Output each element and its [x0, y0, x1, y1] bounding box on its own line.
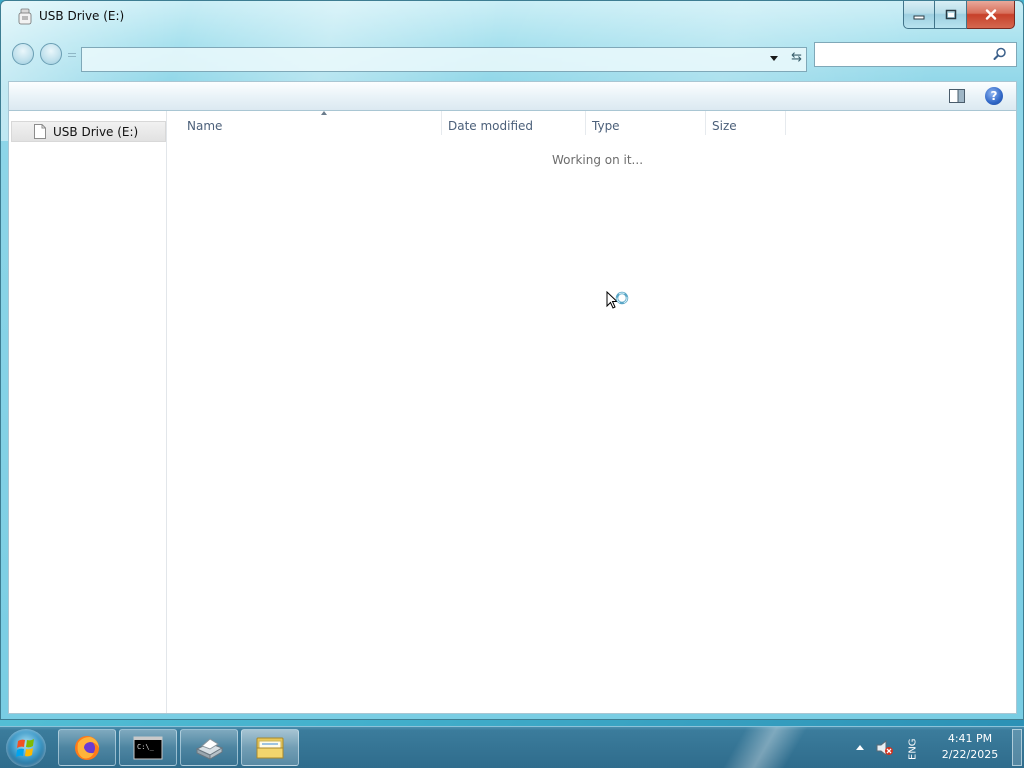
taskbar-scanner[interactable]	[180, 729, 238, 766]
windows-logo-icon	[16, 739, 34, 757]
navigation-pane: USB Drive (E:)	[9, 111, 167, 713]
content-area: USB Drive (E:) Name Date modified Type S…	[8, 111, 1017, 714]
nav-item-usb-drive[interactable]: USB Drive (E:)	[11, 121, 166, 142]
restore-icon	[945, 9, 956, 20]
refresh-icon[interactable]: ⇆	[791, 50, 802, 65]
taskbar: C:\_ ENG 4:41 PM 2/22/2025	[0, 726, 1024, 768]
column-header-type[interactable]: Type	[586, 111, 706, 135]
recent-pages-button[interactable]	[68, 53, 76, 57]
caption-buttons	[903, 1, 1015, 31]
column-label: Date modified	[448, 119, 534, 133]
sort-ascending-icon	[321, 111, 327, 115]
show-desktop-button[interactable]	[1012, 729, 1022, 766]
maximize-button[interactable]	[935, 1, 967, 29]
address-dropdown-icon[interactable]	[770, 56, 778, 61]
explorer-window: USB Drive (E:) ⇆ ? USB Drive (E:) Name D…	[0, 0, 1024, 720]
close-button[interactable]	[967, 1, 1015, 29]
title-bar[interactable]: USB Drive (E:)	[1, 1, 1023, 33]
scanner-icon	[195, 737, 224, 760]
folder-icon	[256, 737, 284, 758]
minimize-icon	[913, 15, 925, 19]
window-title: USB Drive (E:)	[39, 9, 125, 23]
cmd-icon: C:\_	[133, 736, 163, 759]
help-icon[interactable]: ?	[985, 87, 1003, 105]
usb-drive-icon	[18, 8, 32, 25]
column-header-date-modified[interactable]: Date modified	[442, 111, 586, 135]
taskbar-command-prompt[interactable]: C:\_	[119, 729, 177, 766]
drive-icon	[34, 124, 46, 139]
loading-status: Working on it...	[552, 153, 644, 167]
column-header-size[interactable]: Size	[706, 111, 786, 135]
minimize-button[interactable]	[903, 1, 935, 29]
taskbar-firefox[interactable]	[58, 729, 116, 766]
language-indicator[interactable]: ENG	[903, 737, 923, 761]
preview-pane-icon[interactable]	[949, 89, 965, 103]
volume-muted-icon[interactable]	[876, 740, 894, 756]
svg-text:C:\_: C:\_	[137, 743, 155, 751]
back-button[interactable]	[12, 43, 34, 65]
column-label: Type	[592, 119, 620, 133]
address-bar[interactable]: ⇆	[81, 47, 807, 72]
nav-item-label: USB Drive (E:)	[53, 124, 139, 139]
navigation-row: ⇆	[1, 37, 1023, 73]
file-list: Name Date modified Type Size Working on …	[168, 111, 1016, 713]
clock-date: 2/22/2025	[941, 748, 999, 761]
search-icon[interactable]	[993, 47, 1007, 61]
column-label: Name	[187, 119, 223, 133]
command-bar: ?	[8, 81, 1017, 111]
search-input[interactable]	[814, 42, 1017, 67]
firefox-icon	[75, 735, 99, 760]
start-button[interactable]	[6, 729, 46, 767]
taskbar-windows-explorer[interactable]	[241, 729, 299, 766]
column-header-name[interactable]: Name	[181, 111, 442, 135]
forward-button[interactable]	[40, 43, 62, 65]
clock-time: 4:41 PM	[947, 732, 993, 745]
clock[interactable]: 4:41 PM 2/22/2025	[935, 731, 1005, 763]
close-icon	[985, 9, 996, 20]
window-bottom-border	[1, 714, 1023, 719]
column-label: Size	[712, 119, 737, 133]
show-hidden-icons-icon[interactable]	[856, 745, 864, 750]
busy-cursor-icon	[606, 291, 629, 309]
